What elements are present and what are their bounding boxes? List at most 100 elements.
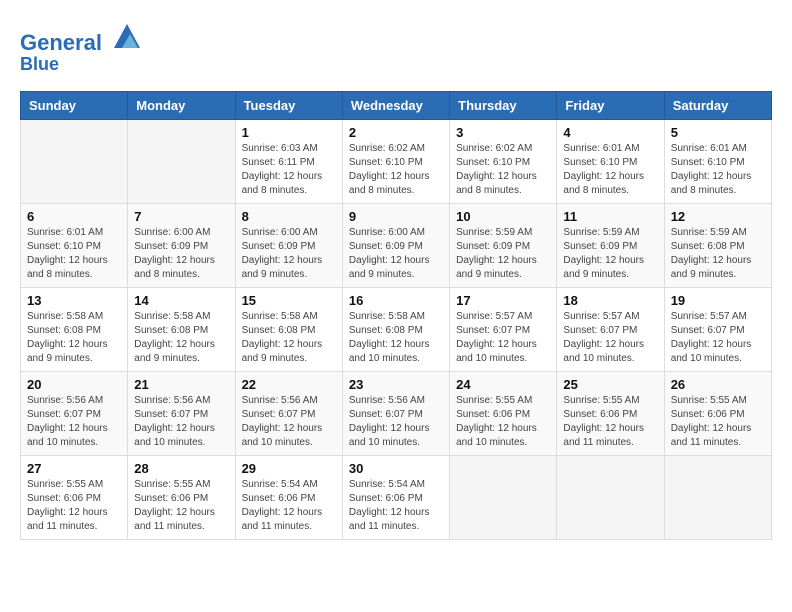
calendar-header: SundayMondayTuesdayWednesdayThursdayFrid… — [21, 91, 772, 119]
calendar-cell: 25Sunrise: 5:55 AM Sunset: 6:06 PM Dayli… — [557, 371, 664, 455]
calendar-cell: 12 Sunrise: 5:59 AM Sunset: 6:08 PM Dayli… — [664, 203, 771, 287]
day-number: 3 — [456, 125, 550, 140]
calendar-cell: 11Sunrise: 5:59 AM Sunset: 6:09 PM Dayli… — [557, 203, 664, 287]
day-info: Sunrise: 5:55 AM Sunset: 6:06 PM Dayligh… — [27, 478, 121, 534]
day-info: Sunrise: 5:56 AM Sunset: 6:07 PM Dayligh… — [134, 394, 228, 450]
calendar-cell — [557, 455, 664, 539]
day-info: Sunrise: 6:00 AM Sunset: 6:09 PM Dayligh… — [349, 226, 443, 282]
calendar-cell: 22Sunrise: 5:56 AM Sunset: 6:07 PM Dayli… — [235, 371, 342, 455]
calendar-cell: 9 Sunrise: 6:00 AM Sunset: 6:09 PM Daylig… — [342, 203, 449, 287]
calendar-cell: 6 Sunrise: 6:01 AM Sunset: 6:10 PM Daylig… — [21, 203, 128, 287]
day-info: Sunrise: 5:58 AM Sunset: 6:08 PM Dayligh… — [349, 310, 443, 366]
calendar-cell: 27 Sunrise: 5:55 AM Sunset: 6:06 PM Dayli… — [21, 455, 128, 539]
calendar-cell: 19 Sunrise: 5:57 AM Sunset: 6:07 PM Dayli… — [664, 287, 771, 371]
weekday-header-friday: Friday — [557, 91, 664, 119]
day-number: 30 — [349, 461, 443, 476]
logo-icon — [112, 20, 142, 50]
day-info: Sunrise: 6:01 AM Sunset: 6:10 PM Dayligh… — [671, 142, 765, 198]
day-number: 11 — [563, 209, 657, 224]
day-info: Sunrise: 5:58 AM Sunset: 6:08 PM Dayligh… — [242, 310, 336, 366]
calendar-cell: 1 Sunrise: 6:03 AM Sunset: 6:11 PM Daylig… — [235, 119, 342, 203]
day-number: 1 — [242, 125, 336, 140]
day-number: 26 — [671, 377, 765, 392]
day-number: 2 — [349, 125, 443, 140]
weekday-header-saturday: Saturday — [664, 91, 771, 119]
calendar-cell: 4 Sunrise: 6:01 AM Sunset: 6:10 PM Daylig… — [557, 119, 664, 203]
day-info: Sunrise: 6:03 AM Sunset: 6:11 PM Dayligh… — [242, 142, 336, 198]
day-number: 14 — [134, 293, 228, 308]
calendar-cell: 24 Sunrise: 5:55 AM Sunset: 6:06 PM Dayli… — [450, 371, 557, 455]
day-number: 16 — [349, 293, 443, 308]
calendar-cell: 23Sunrise: 5:56 AM Sunset: 6:07 PM Dayli… — [342, 371, 449, 455]
calendar-cell: 7 Sunrise: 6:00 AM Sunset: 6:09 PM Daylig… — [128, 203, 235, 287]
calendar-cell: 29Sunrise: 5:54 AM Sunset: 6:06 PM Dayli… — [235, 455, 342, 539]
logo-text: General — [20, 20, 142, 55]
calendar-cell: 18 Sunrise: 5:57 AM Sunset: 6:07 PM Dayli… — [557, 287, 664, 371]
calendar-cell — [128, 119, 235, 203]
weekday-header-sunday: Sunday — [21, 91, 128, 119]
day-info: Sunrise: 6:01 AM Sunset: 6:10 PM Dayligh… — [27, 226, 121, 282]
calendar-week-3: 13 Sunrise: 5:58 AM Sunset: 6:08 PM Dayli… — [21, 287, 772, 371]
calendar-week-5: 27 Sunrise: 5:55 AM Sunset: 6:06 PM Dayli… — [21, 455, 772, 539]
calendar-table: SundayMondayTuesdayWednesdayThursdayFrid… — [20, 91, 772, 540]
day-number: 19 — [671, 293, 765, 308]
day-number: 10 — [456, 209, 550, 224]
day-info: Sunrise: 5:54 AM Sunset: 6:06 PM Dayligh… — [242, 478, 336, 534]
day-info: Sunrise: 5:54 AM Sunset: 6:06 PM Dayligh… — [349, 478, 443, 534]
day-info: Sunrise: 5:55 AM Sunset: 6:06 PM Dayligh… — [134, 478, 228, 534]
day-number: 12 — [671, 209, 765, 224]
day-number: 24 — [456, 377, 550, 392]
day-info: Sunrise: 5:55 AM Sunset: 6:06 PM Dayligh… — [456, 394, 550, 450]
calendar-cell: 3 Sunrise: 6:02 AM Sunset: 6:10 PM Daylig… — [450, 119, 557, 203]
day-info: Sunrise: 6:02 AM Sunset: 6:10 PM Dayligh… — [349, 142, 443, 198]
day-info: Sunrise: 5:59 AM Sunset: 6:08 PM Dayligh… — [671, 226, 765, 282]
day-info: Sunrise: 6:01 AM Sunset: 6:10 PM Dayligh… — [563, 142, 657, 198]
day-number: 21 — [134, 377, 228, 392]
day-number: 13 — [27, 293, 121, 308]
weekday-header-thursday: Thursday — [450, 91, 557, 119]
day-number: 20 — [27, 377, 121, 392]
day-info: Sunrise: 6:02 AM Sunset: 6:10 PM Dayligh… — [456, 142, 550, 198]
day-info: Sunrise: 5:57 AM Sunset: 6:07 PM Dayligh… — [671, 310, 765, 366]
day-info: Sunrise: 5:58 AM Sunset: 6:08 PM Dayligh… — [134, 310, 228, 366]
weekday-header-tuesday: Tuesday — [235, 91, 342, 119]
logo-general: General — [20, 30, 102, 55]
calendar-cell: 26 Sunrise: 5:55 AM Sunset: 6:06 PM Dayli… — [664, 371, 771, 455]
calendar-cell: 17Sunrise: 5:57 AM Sunset: 6:07 PM Dayli… — [450, 287, 557, 371]
calendar-week-1: 1 Sunrise: 6:03 AM Sunset: 6:11 PM Daylig… — [21, 119, 772, 203]
day-info: Sunrise: 6:00 AM Sunset: 6:09 PM Dayligh… — [242, 226, 336, 282]
day-info: Sunrise: 6:00 AM Sunset: 6:09 PM Dayligh… — [134, 226, 228, 282]
day-info: Sunrise: 5:55 AM Sunset: 6:06 PM Dayligh… — [671, 394, 765, 450]
day-info: Sunrise: 5:59 AM Sunset: 6:09 PM Dayligh… — [456, 226, 550, 282]
calendar-cell: 16 Sunrise: 5:58 AM Sunset: 6:08 PM Dayli… — [342, 287, 449, 371]
day-number: 7 — [134, 209, 228, 224]
day-info: Sunrise: 5:57 AM Sunset: 6:07 PM Dayligh… — [563, 310, 657, 366]
day-number: 17 — [456, 293, 550, 308]
calendar-cell: 10 Sunrise: 5:59 AM Sunset: 6:09 PM Dayli… — [450, 203, 557, 287]
calendar-week-4: 20 Sunrise: 5:56 AM Sunset: 6:07 PM Dayli… — [21, 371, 772, 455]
day-number: 4 — [563, 125, 657, 140]
day-number: 22 — [242, 377, 336, 392]
day-number: 5 — [671, 125, 765, 140]
day-number: 8 — [242, 209, 336, 224]
calendar-week-2: 6 Sunrise: 6:01 AM Sunset: 6:10 PM Daylig… — [21, 203, 772, 287]
weekday-header-row: SundayMondayTuesdayWednesdayThursdayFrid… — [21, 91, 772, 119]
day-number: 18 — [563, 293, 657, 308]
day-number: 15 — [242, 293, 336, 308]
calendar-cell: 2 Sunrise: 6:02 AM Sunset: 6:10 PM Daylig… — [342, 119, 449, 203]
calendar-cell: 5 Sunrise: 6:01 AM Sunset: 6:10 PM Daylig… — [664, 119, 771, 203]
calendar-cell: 30 Sunrise: 5:54 AM Sunset: 6:06 PM Dayli… — [342, 455, 449, 539]
calendar-cell: 13Sunrise: 5:58 AM Sunset: 6:08 PM Dayli… — [21, 287, 128, 371]
calendar-cell — [21, 119, 128, 203]
calendar-cell: 20 Sunrise: 5:56 AM Sunset: 6:07 PM Dayli… — [21, 371, 128, 455]
calendar-cell — [664, 455, 771, 539]
calendar-body: 1 Sunrise: 6:03 AM Sunset: 6:11 PM Daylig… — [21, 119, 772, 539]
day-info: Sunrise: 5:55 AM Sunset: 6:06 PM Dayligh… — [563, 394, 657, 450]
day-number: 9 — [349, 209, 443, 224]
day-number: 28 — [134, 461, 228, 476]
calendar-cell: 28 Sunrise: 5:55 AM Sunset: 6:06 PM Dayli… — [128, 455, 235, 539]
day-info: Sunrise: 5:56 AM Sunset: 6:07 PM Dayligh… — [27, 394, 121, 450]
day-number: 6 — [27, 209, 121, 224]
logo: General Blue — [20, 20, 142, 75]
day-number: 27 — [27, 461, 121, 476]
